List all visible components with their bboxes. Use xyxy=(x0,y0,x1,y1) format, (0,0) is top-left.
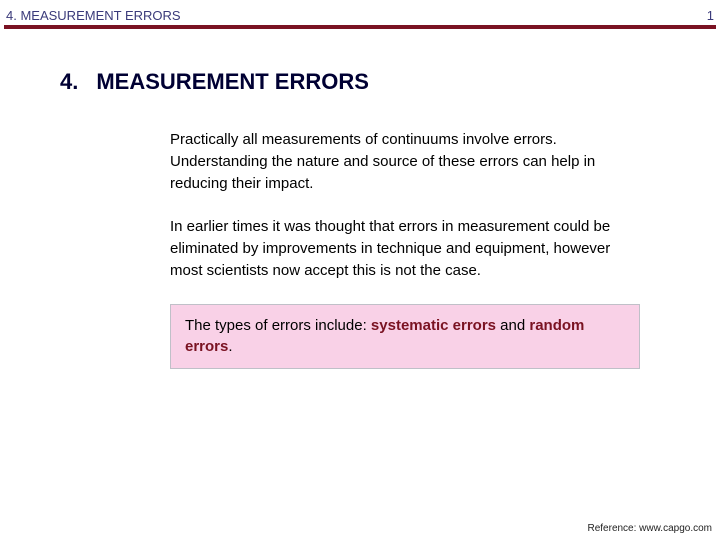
body-text: Practically all measurements of continuu… xyxy=(170,129,640,369)
highlight-tail: . xyxy=(228,338,232,355)
paragraph-1: Practically all measurements of continuu… xyxy=(170,129,640,194)
paragraph-2: In earlier times it was thought that err… xyxy=(170,216,640,281)
running-header: 4. MEASUREMENT ERRORS 1 xyxy=(0,0,720,25)
header-page-number: 1 xyxy=(707,8,714,23)
section-number: 4. xyxy=(60,69,78,95)
highlight-box: The types of errors include: systematic … xyxy=(170,304,640,370)
footer-reference: Reference: www.capgo.com xyxy=(587,523,712,534)
header-title: 4. MEASUREMENT ERRORS xyxy=(6,8,181,23)
highlight-lead: The types of errors include: xyxy=(185,317,371,334)
section-title: MEASUREMENT ERRORS xyxy=(96,69,369,95)
main-content: 4. MEASUREMENT ERRORS Practically all me… xyxy=(0,29,720,369)
highlight-term-systematic: systematic errors xyxy=(371,317,496,334)
highlight-joiner: and xyxy=(496,317,529,334)
section-heading: 4. MEASUREMENT ERRORS xyxy=(60,69,680,95)
